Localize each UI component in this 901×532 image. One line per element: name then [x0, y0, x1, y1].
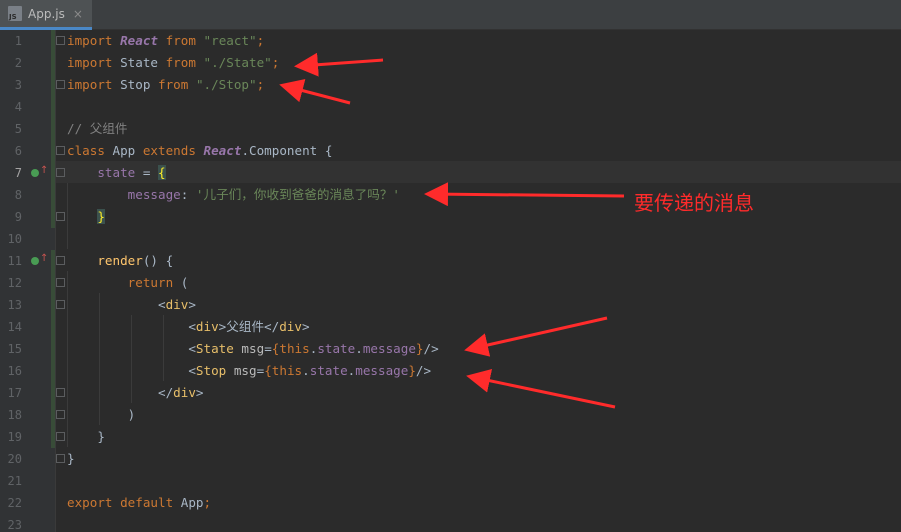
- code-text: <div>: [158, 297, 196, 312]
- code-text: }: [97, 209, 105, 224]
- code-text: class App extends React.Component {: [67, 143, 333, 158]
- override-gutter-icon[interactable]: ↑: [31, 165, 48, 179]
- code-text: import State from "./State";: [67, 55, 280, 70]
- javascript-file-icon: [8, 6, 22, 21]
- line-number: 18: [7, 408, 22, 422]
- code-line: 23: [0, 514, 901, 532]
- fold-marker-icon[interactable]: [56, 278, 65, 287]
- override-gutter-icon[interactable]: ↑: [31, 253, 48, 267]
- code-text: }: [67, 451, 75, 466]
- fold-marker-icon[interactable]: [56, 410, 65, 419]
- code-text: // 父组件: [67, 121, 128, 136]
- line-number: 12: [7, 276, 22, 290]
- line-number: 1: [14, 34, 22, 48]
- code-text: ): [127, 407, 136, 422]
- line-number: 4: [14, 100, 22, 114]
- line-number: 10: [7, 232, 22, 246]
- code-text: export default App;: [67, 495, 212, 510]
- line-number: 15: [7, 342, 22, 356]
- line-number: 9: [14, 210, 22, 224]
- code-text: state = {: [97, 165, 166, 180]
- line-number: 14: [7, 320, 22, 334]
- fold-marker-icon[interactable]: [56, 388, 65, 397]
- line-number: 19: [7, 430, 22, 444]
- line-number: 6: [14, 144, 22, 158]
- fold-marker-icon[interactable]: [56, 432, 65, 441]
- code-text: }: [97, 429, 105, 444]
- annotation-label: 要传递的消息: [634, 191, 754, 215]
- line-number: 20: [7, 452, 22, 466]
- line-number: 5: [14, 122, 22, 136]
- code-text: </div>: [158, 385, 204, 400]
- code-text: render() {: [97, 253, 174, 268]
- code-line: 20: [0, 448, 901, 470]
- code-text: import Stop from "./Stop";: [67, 77, 265, 92]
- code-line: 10: [0, 228, 901, 250]
- fold-marker-icon[interactable]: [56, 256, 65, 265]
- line-number: 8: [14, 188, 22, 202]
- line-number: 21: [7, 474, 22, 488]
- close-icon[interactable]: ×: [73, 7, 83, 21]
- code-text: <Stop msg={this.state.message}/>: [188, 363, 432, 378]
- line-number: 17: [7, 386, 22, 400]
- line-number: 11: [7, 254, 22, 268]
- code-line: 19: [0, 426, 901, 448]
- code-line: 9: [0, 206, 901, 228]
- code-line: 5: [0, 118, 901, 140]
- code-line: 21: [0, 470, 901, 492]
- tab-label: App.js: [28, 6, 65, 21]
- tab-app-js[interactable]: App.js ×: [0, 0, 92, 30]
- line-number: 2: [14, 56, 22, 70]
- line-number: 3: [14, 78, 22, 92]
- line-number: 13: [7, 298, 22, 312]
- code-text: message: '儿子们，你收到爸爸的消息了吗？': [127, 187, 400, 202]
- code-line: 4: [0, 96, 901, 118]
- code-text: <State msg={this.state.message}/>: [188, 341, 439, 356]
- line-number: 22: [7, 496, 22, 510]
- editor-tab-bar: App.js ×: [0, 0, 901, 30]
- fold-marker-icon[interactable]: [56, 36, 65, 45]
- fold-marker-icon[interactable]: [56, 300, 65, 309]
- code-text: import React from "react";: [67, 33, 265, 48]
- fold-marker-icon[interactable]: [56, 80, 65, 89]
- line-number: 16: [7, 364, 22, 378]
- fold-marker-icon[interactable]: [56, 454, 65, 463]
- line-number: 7: [14, 166, 22, 180]
- line-number: 23: [7, 518, 22, 532]
- code-text: <div>父组件</div>: [188, 319, 310, 334]
- fold-marker-icon[interactable]: [56, 168, 65, 177]
- code-text: return (: [127, 275, 189, 290]
- fold-marker-icon[interactable]: [56, 212, 65, 221]
- fold-marker-icon[interactable]: [56, 146, 65, 155]
